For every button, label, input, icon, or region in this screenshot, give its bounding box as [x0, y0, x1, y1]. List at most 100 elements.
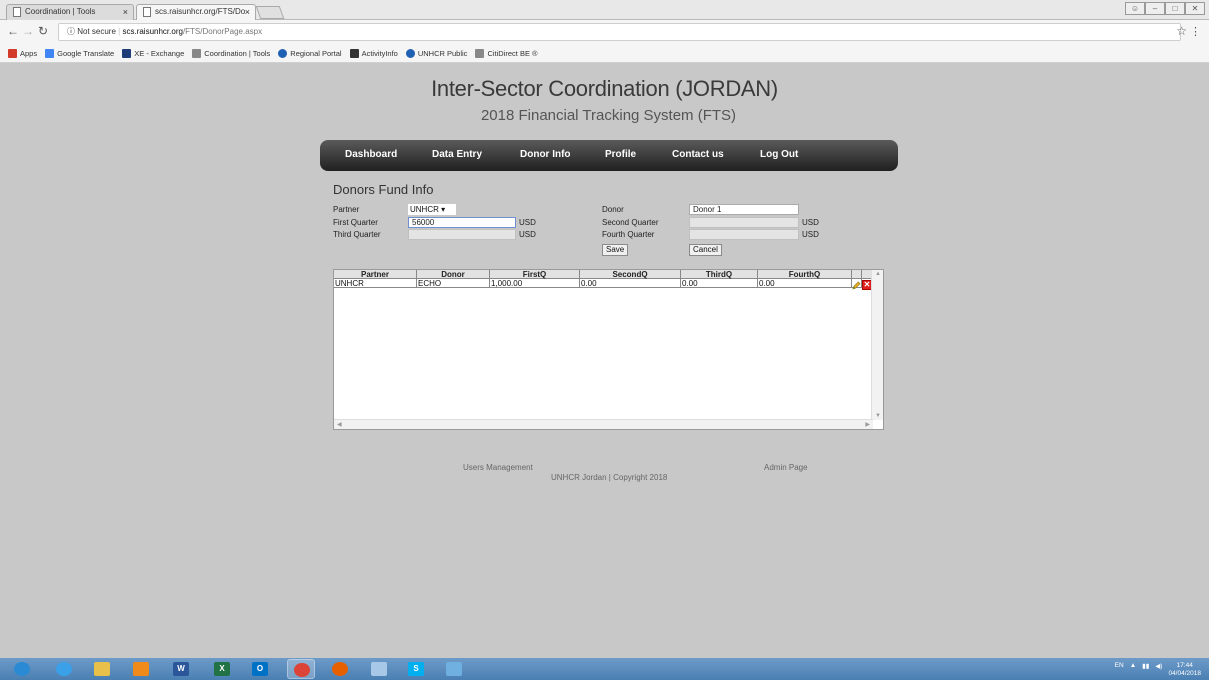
minimize-icon[interactable]: – [1145, 2, 1165, 15]
partner-select[interactable]: UNHCR ▾ [408, 204, 456, 215]
third-quarter-input[interactable] [408, 229, 516, 240]
close-tab-icon[interactable]: × [123, 5, 128, 19]
first-quarter-input[interactable]: 56000 [408, 217, 516, 228]
taskbar-app-button[interactable] [8, 659, 36, 679]
donor-input[interactable]: Donor 1 [689, 204, 799, 215]
currency-label: USD [802, 230, 819, 239]
users-management-link[interactable]: Users Management [463, 463, 533, 472]
nav-profile[interactable]: Profile [605, 149, 636, 160]
user-icon[interactable]: ☺ [1125, 2, 1145, 15]
save-button[interactable]: Save [602, 244, 629, 256]
volume-icon[interactable]: ◀) [1155, 662, 1162, 670]
taskbar-app-button[interactable] [127, 659, 155, 679]
column-header-fourthq[interactable]: FourthQ [758, 270, 852, 279]
column-header-donor[interactable]: Donor [417, 270, 490, 279]
word-icon: W [173, 662, 189, 676]
taskbar-app-button[interactable]: O [246, 659, 274, 679]
url-path: /FTS/DonorPage.aspx [182, 27, 263, 36]
scroll-up-icon[interactable]: ▲ [875, 271, 881, 277]
taskbar-app-button[interactable] [365, 659, 393, 679]
browser-menu-icon[interactable]: ⋮ [1190, 25, 1201, 38]
page-icon [475, 49, 485, 58]
column-header-thirdq[interactable]: ThirdQ [681, 270, 758, 279]
second-quarter-label: Second Quarter [602, 218, 659, 227]
bookmark-item[interactable]: Coordination | Tools [192, 49, 270, 58]
taskbar-app-button[interactable] [326, 659, 354, 679]
bookmark-label: XE - Exchange [134, 49, 185, 58]
tab-donor-page[interactable]: scs.raisunhcr.org/FTS/Do × [136, 4, 256, 20]
nav-donor-info[interactable]: Donor Info [520, 149, 571, 160]
clock[interactable]: 17:44 04/04/2018 [1168, 662, 1201, 678]
scroll-right-icon[interactable]: ▶ [865, 421, 870, 428]
taskbar-app-button[interactable] [287, 659, 315, 679]
nav-log-out[interactable]: Log Out [760, 149, 798, 160]
fourth-quarter-input[interactable] [689, 229, 799, 240]
bookmark-item[interactable]: UNHCR Public [405, 49, 468, 58]
bookmark-item[interactable]: Regional Portal [278, 49, 342, 58]
column-header-secondq[interactable]: SecondQ [580, 270, 681, 279]
nav-contact-us[interactable]: Contact us [672, 149, 724, 160]
scroll-left-icon[interactable]: ◀ [337, 421, 342, 428]
bookmark-item[interactable]: ActivityInfo [349, 49, 398, 58]
tab-coordination-tools[interactable]: Coordination | Tools × [6, 4, 134, 20]
window-controls: ☺ – □ ✕ [1125, 2, 1205, 15]
close-window-icon[interactable]: ✕ [1185, 2, 1205, 15]
donor-label: Donor [602, 205, 624, 214]
internet-explorer-icon [56, 662, 72, 676]
activityinfo-icon [349, 49, 359, 58]
windows-taskbar: EN ▲ ▮▮ ◀) 17:44 04/04/2018 W X O S [0, 658, 1209, 680]
cell-donor: ECHO [417, 279, 490, 288]
page-icon [143, 7, 151, 17]
bookmark-star-icon[interactable]: ☆ [1176, 24, 1187, 38]
browser-tab-strip: Coordination | Tools × scs.raisunhcr.org… [0, 0, 1209, 20]
edit-pencil-icon[interactable] [852, 281, 861, 290]
notepad-icon [371, 662, 387, 676]
info-icon[interactable]: ⓘ [67, 27, 75, 36]
bookmark-label: Apps [20, 49, 38, 58]
reload-icon[interactable]: ↻ [38, 24, 48, 38]
second-quarter-input[interactable] [689, 217, 799, 228]
cell-secondq: 0.00 [580, 279, 681, 288]
tray-expand-icon[interactable]: ▲ [1130, 662, 1136, 669]
taskbar-app-button[interactable]: S [402, 659, 430, 679]
bookmark-label: Google Translate [57, 49, 115, 58]
copyright-text: UNHCR Jordan | Copyright 2018 [551, 473, 668, 482]
column-header-partner[interactable]: Partner [334, 270, 417, 279]
admin-page-link[interactable]: Admin Page [764, 463, 808, 472]
taskbar-app-button[interactable]: X [208, 659, 236, 679]
forward-arrow-icon[interactable]: → [22, 24, 34, 38]
close-tab-icon[interactable]: × [245, 5, 250, 19]
taskbar-app-button[interactable] [440, 659, 468, 679]
address-bar[interactable]: ⓘ Not secure | scs.raisunhcr.org/FTS/Don… [58, 23, 1181, 41]
network-icon[interactable]: ▮▮ [1142, 662, 1149, 670]
grid-header: Partner Donor FirstQ SecondQ ThirdQ Four… [334, 270, 872, 279]
cancel-button[interactable]: Cancel [689, 244, 722, 256]
security-label[interactable]: Not secure [77, 27, 116, 36]
new-tab-button[interactable] [255, 6, 285, 19]
bookmark-item[interactable]: Google Translate [45, 49, 114, 58]
language-indicator[interactable]: EN [1115, 662, 1124, 669]
cell-thirdq: 0.00 [681, 279, 758, 288]
nav-data-entry[interactable]: Data Entry [432, 149, 482, 160]
firefox-icon [332, 662, 348, 676]
taskbar-app-button[interactable] [50, 659, 78, 679]
taskbar-app-button[interactable] [88, 659, 116, 679]
nav-dashboard[interactable]: Dashboard [345, 149, 397, 160]
scroll-down-icon[interactable]: ▼ [875, 413, 881, 419]
tab-label: Coordination | Tools [25, 7, 96, 16]
taskbar-app-button[interactable]: W [167, 659, 195, 679]
first-quarter-label: First Quarter [333, 218, 378, 227]
clock-date: 04/04/2018 [1168, 670, 1201, 677]
maximize-icon[interactable]: □ [1165, 2, 1185, 15]
page-title: Inter-Sector Coordination (JORDAN) [431, 76, 778, 101]
horizontal-scrollbar[interactable]: ◀ ▶ [334, 419, 873, 429]
table-row[interactable]: UNHCR ECHO 1,000.00 0.00 0.00 0.00 [334, 279, 872, 288]
vertical-scrollbar[interactable]: ▲ ▼ [871, 270, 883, 420]
bookmark-item[interactable]: XE - Exchange [122, 49, 184, 58]
bookmark-label: UNHCR Public [417, 49, 468, 58]
column-header-firstq[interactable]: FirstQ [490, 270, 580, 279]
back-arrow-icon[interactable]: ← [7, 24, 19, 38]
media-player-icon [133, 662, 149, 676]
bookmark-item[interactable]: Apps [8, 49, 37, 58]
bookmark-item[interactable]: CitiDirect BE ® [475, 49, 538, 58]
